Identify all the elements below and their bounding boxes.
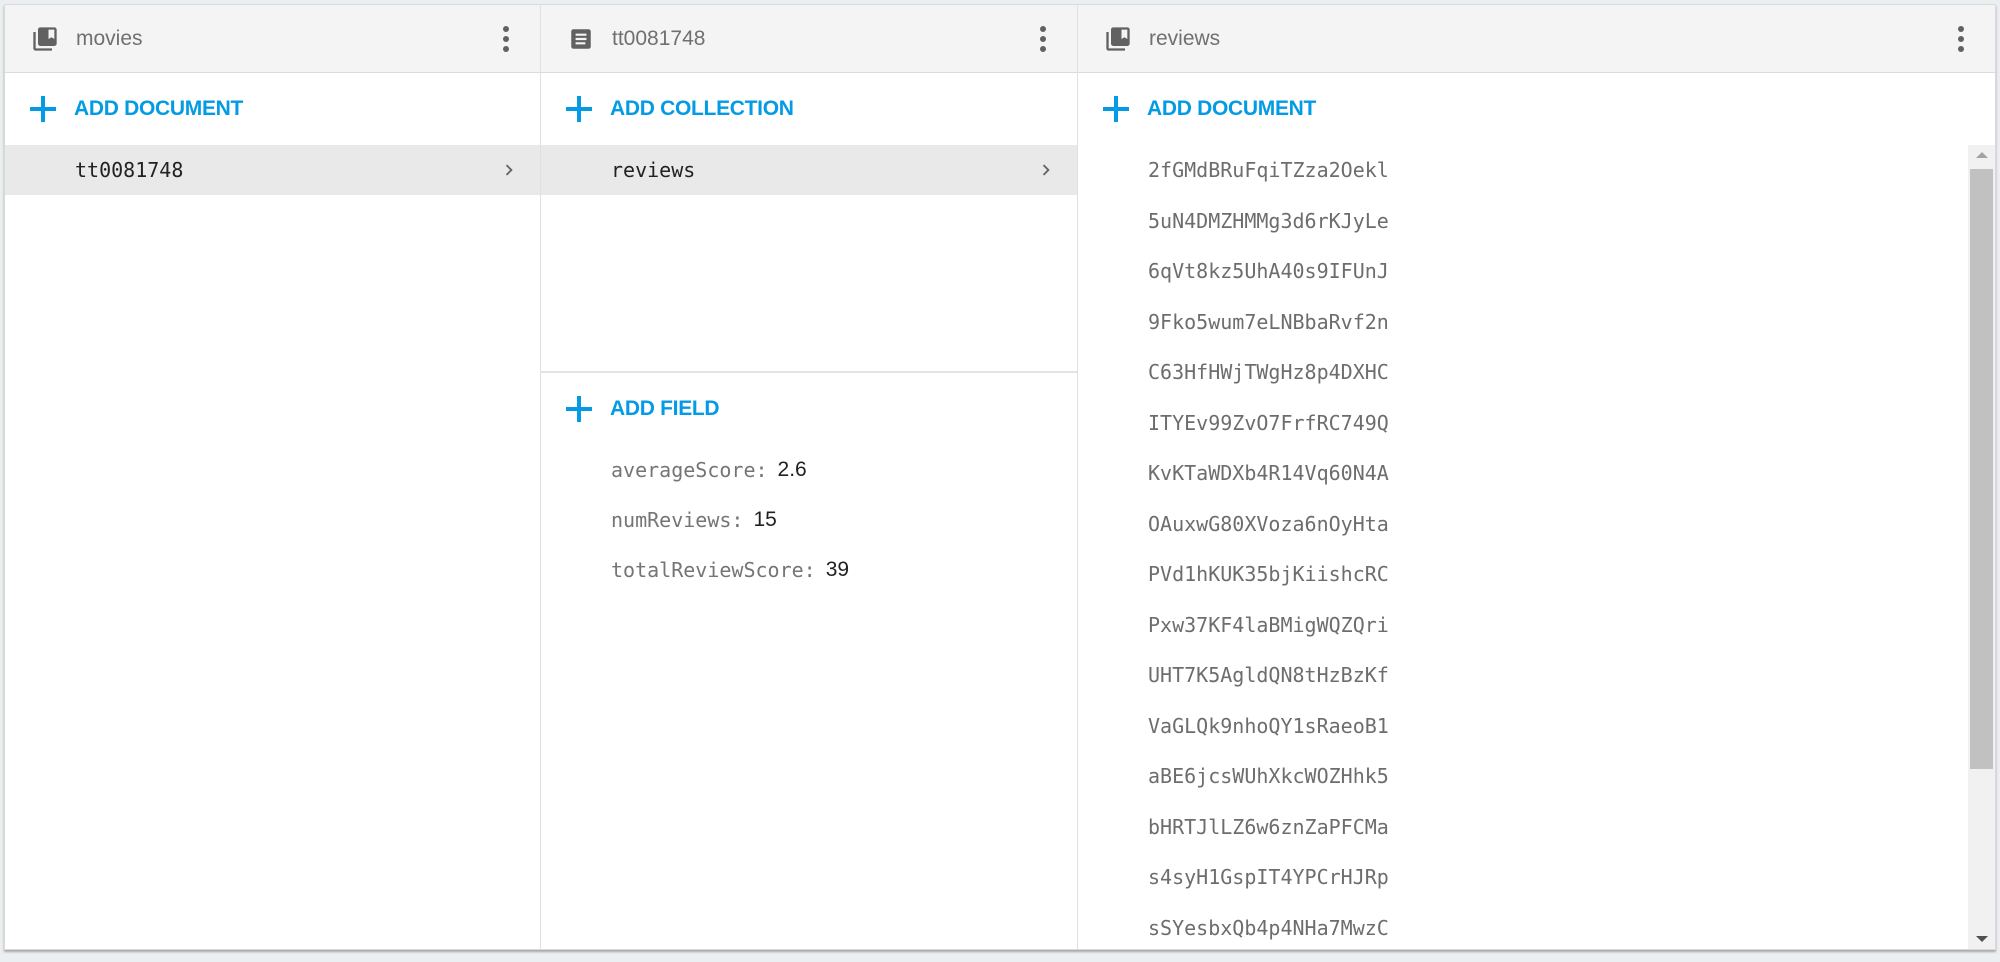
collection-panel-reviews: reviews ADD DOCUMENT 2fGMdBRuFqiTZza2Oek… xyxy=(1078,5,1995,949)
more-vert-icon xyxy=(1958,25,1964,32)
document-items: 2fGMdBRuFqiTZza2Oekl 5uN4DMZHMMg3d6rKJyLe… xyxy=(1078,145,1995,949)
document-item[interactable]: KvKTaWDXb4R14Vq60N4A xyxy=(1078,448,1995,499)
panel-header: movies xyxy=(5,5,540,73)
more-vert-icon xyxy=(1040,25,1046,32)
add-document-button[interactable]: ADD DOCUMENT xyxy=(5,73,540,145)
firestore-data-viewer: movies ADD DOCUMENT tt0081748 tt0081748 xyxy=(4,4,1996,950)
collection-panel-movies: movies ADD DOCUMENT tt0081748 xyxy=(5,5,541,949)
more-vert-icon-dot xyxy=(503,35,509,42)
chevron-right-icon xyxy=(498,159,520,181)
field-row[interactable]: numReviews: 15 xyxy=(541,495,1077,545)
more-vert-icon-dot xyxy=(1958,45,1964,52)
add-field-button[interactable]: ADD FIELD xyxy=(541,373,1077,445)
document-item[interactable]: sSYesbxQb4p4NHa7MwzC xyxy=(1078,903,1995,950)
subcollection-name: reviews xyxy=(611,158,696,182)
panel-title: tt0081748 xyxy=(612,26,706,50)
document-item[interactable]: UHT7K5AgldQN8tHzBzKf xyxy=(1078,650,1995,701)
more-vert-icon-dot xyxy=(1040,35,1046,42)
more-options-button[interactable] xyxy=(1029,21,1057,57)
field-value: 39 xyxy=(825,558,850,581)
field-row[interactable]: averageScore: 2.6 xyxy=(541,445,1077,495)
add-document-label: ADD DOCUMENT xyxy=(74,97,244,120)
document-item[interactable]: 2fGMdBRuFqiTZza2Oekl xyxy=(1078,145,1995,196)
arrow-up-icon xyxy=(1975,152,1988,158)
field-key: totalReviewScore xyxy=(611,558,804,582)
collection-icon xyxy=(1104,25,1132,53)
field-value: 15 xyxy=(753,508,777,531)
add-collection-button[interactable]: ADD COLLECTION xyxy=(541,73,1077,145)
field-colon: : xyxy=(731,508,744,532)
field-colon: : xyxy=(803,558,816,582)
more-vert-icon xyxy=(503,25,509,32)
document-item[interactable]: ITYEv99ZvO7FrfRC749Q xyxy=(1078,398,1995,449)
document-list: 2fGMdBRuFqiTZza2Oekl 5uN4DMZHMMg3d6rKJyLe… xyxy=(1078,145,1995,949)
document-item[interactable]: 6qVt8kz5UhA40s9IFUnJ xyxy=(1078,246,1995,297)
fields-section: ADD FIELD averageScore: 2.6 numReviews: … xyxy=(541,373,1077,595)
plus-icon xyxy=(566,396,592,422)
more-options-button[interactable] xyxy=(1947,21,1975,57)
scroll-up-button[interactable] xyxy=(1968,145,1995,165)
add-document-label: ADD DOCUMENT xyxy=(1147,97,1317,120)
document-icon xyxy=(567,25,595,53)
document-item[interactable]: C63HfHWjTWgHz8p4DXHC xyxy=(1078,347,1995,398)
document-item[interactable]: PVd1hKUK35bjKiishcRC xyxy=(1078,549,1995,600)
more-vert-icon-dot xyxy=(1040,45,1046,52)
document-item[interactable]: bHRTJlLZ6w6znZaPFCMa xyxy=(1078,802,1995,853)
scroll-down-button[interactable] xyxy=(1968,929,1995,949)
field-key: numReviews xyxy=(611,508,732,532)
collection-icon xyxy=(31,25,59,53)
panel-title: reviews xyxy=(1149,26,1221,50)
document-panel: tt0081748 ADD COLLECTION reviews ADD FIE… xyxy=(541,5,1078,949)
panel-header: reviews xyxy=(1078,5,1995,73)
subcollection-item[interactable]: reviews xyxy=(541,145,1077,195)
document-item[interactable]: VaGLQk9nhoQY1sRaeoB1 xyxy=(1078,701,1995,752)
more-vert-icon-dot xyxy=(1958,35,1964,42)
field-row[interactable]: totalReviewScore: 39 xyxy=(541,545,1077,595)
document-item[interactable]: s4syH1GspIT4YPCrHJRp xyxy=(1078,852,1995,903)
plus-icon xyxy=(30,96,56,122)
document-item[interactable]: aBE6jcsWUhXkcWOZHhk5 xyxy=(1078,751,1995,802)
field-colon: : xyxy=(755,458,768,482)
subcollections-section: ADD COLLECTION reviews xyxy=(541,73,1077,371)
document-item[interactable]: Pxw37KF4laBMigWQZQri xyxy=(1078,600,1995,651)
scrollbar[interactable] xyxy=(1968,145,1995,949)
scrollbar-thumb[interactable] xyxy=(1970,169,1993,769)
arrow-down-icon xyxy=(1975,936,1988,942)
panel-title: movies xyxy=(76,26,143,50)
add-document-button[interactable]: ADD DOCUMENT xyxy=(1078,73,1995,145)
more-vert-icon-dot xyxy=(503,45,509,52)
panel-header: tt0081748 xyxy=(541,5,1077,73)
document-id: tt0081748 xyxy=(75,158,184,182)
document-item[interactable]: 9Fko5wum7eLNBbaRvf2n xyxy=(1078,297,1995,348)
document-item[interactable]: tt0081748 xyxy=(5,145,540,195)
chevron-right-icon xyxy=(1035,159,1057,181)
plus-icon xyxy=(1103,96,1129,122)
document-item[interactable]: 5uN4DMZHMMg3d6rKJyLe xyxy=(1078,196,1995,247)
plus-icon xyxy=(566,96,592,122)
more-options-button[interactable] xyxy=(492,21,520,57)
document-item[interactable]: OAuxwG80XVoza6nOyHta xyxy=(1078,499,1995,550)
field-value: 2.6 xyxy=(777,458,807,481)
add-collection-label: ADD COLLECTION xyxy=(610,97,794,120)
field-key: averageScore xyxy=(611,458,756,482)
add-field-label: ADD FIELD xyxy=(610,397,720,420)
